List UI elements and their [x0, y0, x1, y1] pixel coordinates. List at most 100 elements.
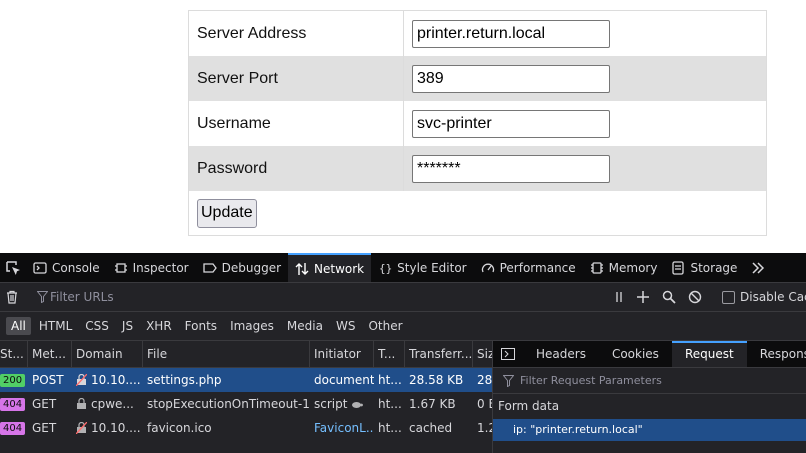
- request-type: ht...: [378, 373, 402, 387]
- gauge-icon: [481, 263, 494, 272]
- request-domain-text: 10.10....: [91, 421, 141, 435]
- disable-cache-checkbox[interactable]: [722, 290, 735, 304]
- braces-icon: {}: [379, 262, 392, 275]
- table-row[interactable]: 404 GET cpwe... stopExecutionOnTimeout-1…: [0, 392, 492, 416]
- col-domain[interactable]: Domain: [72, 341, 143, 367]
- request-type-filters: All HTML CSS JS XHR Fonts Images Media W…: [0, 312, 806, 341]
- tab-headers[interactable]: Headers: [523, 341, 599, 367]
- password-input[interactable]: [412, 154, 610, 183]
- svg-text:{}: {}: [379, 262, 392, 275]
- plus-icon[interactable]: [636, 290, 650, 304]
- table-row[interactable]: 404 GET 10.10.... favicon.ico FaviconL..…: [0, 416, 492, 440]
- tab-debugger-label: Debugger: [221, 260, 282, 275]
- tab-debugger[interactable]: Debugger: [196, 253, 288, 282]
- server-port-label: Server Port: [189, 56, 404, 101]
- tab-inspector[interactable]: Inspector: [107, 253, 196, 282]
- type-filter-all[interactable]: All: [6, 317, 31, 335]
- type-filter-js[interactable]: JS: [117, 317, 138, 335]
- type-filter-html[interactable]: HTML: [34, 317, 77, 335]
- request-domain-text: cpwe...: [91, 397, 134, 411]
- col-size[interactable]: Siz: [473, 341, 492, 367]
- request-initiator: script: [310, 392, 374, 416]
- tab-inspector-label: Inspector: [132, 260, 189, 275]
- update-button[interactable]: Update: [197, 198, 257, 228]
- server-port-row: Server Port: [189, 56, 766, 101]
- col-initiator[interactable]: Initiator: [310, 341, 374, 367]
- password-label: Password: [189, 146, 404, 191]
- request-domain: cpwe...: [72, 392, 143, 416]
- col-file[interactable]: File: [143, 341, 310, 367]
- pause-icon[interactable]: [614, 291, 624, 303]
- network-arrows-icon: [295, 262, 309, 275]
- type-filter-xhr[interactable]: XHR: [141, 317, 177, 335]
- type-filter-fonts[interactable]: Fonts: [180, 317, 222, 335]
- filter-bar-actions: Disable Cac: [614, 283, 806, 311]
- type-filter-media[interactable]: Media: [282, 317, 328, 335]
- server-port-input[interactable]: [412, 64, 610, 93]
- username-row: Username: [189, 101, 766, 146]
- tab-memory[interactable]: Memory: [583, 253, 665, 282]
- filter-funnel-icon: [37, 291, 48, 303]
- username-input[interactable]: [412, 109, 610, 138]
- col-status[interactable]: St...: [0, 341, 28, 367]
- tab-style-editor-label: Style Editor: [397, 260, 467, 275]
- tab-style-editor[interactable]: {} Style Editor: [371, 253, 473, 282]
- request-transferred: cached: [409, 421, 453, 435]
- debugger-icon: [202, 262, 217, 273]
- insecure-lock-icon: [76, 374, 87, 386]
- request-type: ht...: [378, 397, 402, 411]
- tab-request[interactable]: Request: [671, 341, 747, 367]
- disable-cache-toggle[interactable]: Disable Cac: [722, 290, 806, 304]
- table-row[interactable]: 200 POST 10.10.... settings.php document…: [0, 368, 492, 392]
- type-filter-other[interactable]: Other: [363, 317, 407, 335]
- tab-performance[interactable]: Performance: [474, 253, 583, 282]
- filter-funnel-icon: [503, 374, 514, 387]
- col-method[interactable]: Met...: [28, 341, 72, 367]
- request-initiator-link[interactable]: FaviconL...: [310, 416, 374, 440]
- col-transferred[interactable]: Transferr...: [405, 341, 473, 367]
- form-data-heading[interactable]: Form data: [493, 394, 806, 419]
- trash-icon[interactable]: [5, 290, 19, 304]
- tab-cookies[interactable]: Cookies: [599, 341, 672, 367]
- type-filter-ws[interactable]: WS: [331, 317, 360, 335]
- server-address-label: Server Address: [189, 11, 404, 56]
- request-domain: 10.10....: [72, 416, 143, 440]
- storage-icon: [672, 260, 685, 275]
- form-data-entry[interactable]: ip: "printer.return.local": [493, 419, 806, 441]
- server-address-input[interactable]: [412, 19, 610, 48]
- toggle-sidebar-button[interactable]: [493, 341, 523, 367]
- tab-performance-label: Performance: [499, 260, 576, 275]
- request-initiator-text: script: [314, 397, 348, 411]
- filter-params-input[interactable]: Filter Request Parameters: [520, 374, 662, 387]
- request-params-filter: Filter Request Parameters: [493, 368, 806, 394]
- request-file: settings.php: [147, 373, 222, 387]
- request-method: POST: [32, 373, 64, 387]
- console-icon: [33, 261, 47, 274]
- insecure-lock-icon: [76, 422, 87, 434]
- block-icon[interactable]: [688, 290, 702, 304]
- request-transferred: 1.67 KB: [409, 397, 456, 411]
- filter-urls-input[interactable]: Filter URLs: [50, 290, 114, 304]
- type-filter-images[interactable]: Images: [225, 317, 279, 335]
- tab-response[interactable]: Response: [747, 341, 806, 367]
- network-filter-bar: Filter URLs Disable Cac: [0, 283, 806, 312]
- col-type[interactable]: T...: [374, 341, 405, 367]
- tab-storage[interactable]: Storage: [664, 253, 744, 282]
- memory-chip-icon: [590, 261, 603, 274]
- turtle-icon: [352, 401, 364, 408]
- tab-network[interactable]: Network: [288, 253, 372, 282]
- more-tabs-button[interactable]: [744, 253, 772, 282]
- request-method: GET: [32, 397, 57, 411]
- request-size: 28.: [477, 373, 492, 387]
- request-size: 0 B: [477, 397, 492, 411]
- search-icon[interactable]: [662, 290, 676, 304]
- panel-toggle-icon: [501, 348, 515, 360]
- type-filter-css[interactable]: CSS: [80, 317, 114, 335]
- status-badge: 200: [0, 373, 26, 387]
- inspector-icon: [114, 262, 127, 273]
- request-file: stopExecutionOnTimeout-15: [147, 397, 310, 411]
- tab-console[interactable]: Console: [26, 253, 107, 282]
- request-table: St... Met... Domain File Initiator T... …: [0, 341, 492, 453]
- request-transferred: 28.58 KB: [409, 373, 464, 387]
- element-picker-button[interactable]: [0, 260, 26, 276]
